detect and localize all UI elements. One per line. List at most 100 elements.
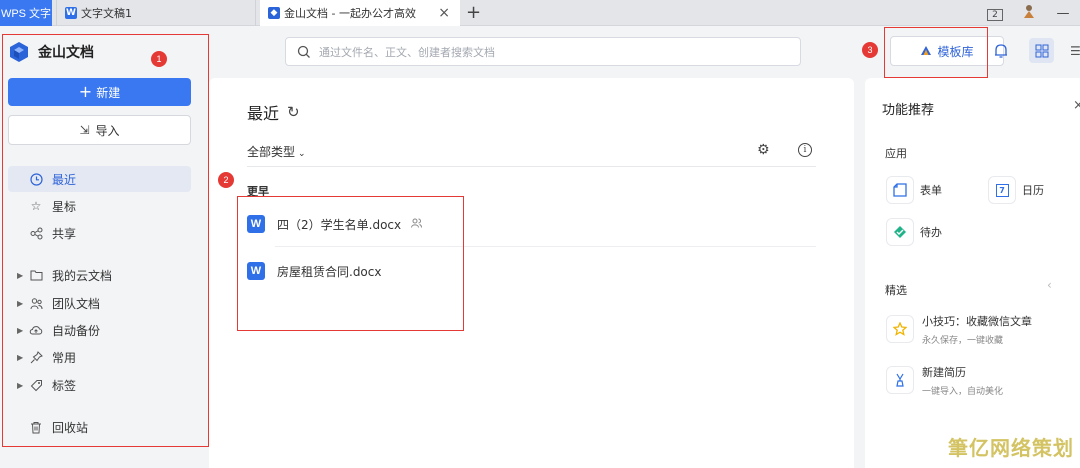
word-doc-icon: W (65, 7, 77, 19)
sidebar-item-my-cloud[interactable]: ▶ 我的云文档 (8, 262, 191, 288)
type-filter-dropdown[interactable]: 全部类型 ⌄ (247, 143, 306, 160)
sidebar-item-label: 共享 (52, 226, 77, 241)
plus-icon: + (78, 82, 93, 101)
info-icon[interactable]: i (798, 143, 812, 157)
filter-label: 全部类型 (247, 145, 296, 159)
file-name: 四（2）学生名单.docx (277, 217, 402, 232)
section-label: 更早 (247, 185, 269, 198)
new-button[interactable]: + 新建 (8, 78, 191, 106)
star-icon: ☆ (30, 199, 42, 213)
file-row[interactable]: W 四（2）学生名单.docx (247, 206, 816, 242)
caret-right-icon[interactable]: ▶ (17, 353, 23, 362)
file-row[interactable]: W 房屋租赁合同.docx (247, 253, 816, 289)
kdocs-logo-icon: ◆ (268, 7, 280, 19)
app-todo[interactable]: 待办 (887, 218, 942, 246)
grid-view-button[interactable] (1029, 38, 1054, 63)
minimize-button[interactable]: — (1046, 6, 1080, 21)
page-title-text: 最近 (247, 104, 280, 123)
import-button[interactable]: ⇲ 导入 (8, 115, 191, 145)
import-label: 导入 (95, 123, 120, 138)
resume-icon (887, 367, 913, 393)
folder-icon (28, 267, 44, 283)
pick-title: 新建简历 (922, 365, 966, 379)
grid-icon (1035, 44, 1048, 57)
menu-icon[interactable]: ☰ (1070, 44, 1080, 58)
watermark: 筆亿网络策划 (948, 436, 1074, 460)
tab-label: 金山文档 - 一起办公才高效 (284, 7, 416, 20)
close-icon[interactable]: × (1073, 98, 1080, 113)
new-label: 新建 (96, 85, 121, 100)
template-library-button[interactable]: 模板库 (890, 36, 1004, 66)
annotation-badge-3: 3 (862, 42, 878, 58)
annotation-badge-1: 1 (151, 51, 167, 67)
chevron-down-icon: ⌄ (298, 149, 306, 159)
sidebar-item-recent[interactable]: 最近 (8, 166, 191, 192)
app-calendar[interactable]: 7 日历 (989, 176, 1044, 204)
app-label: 表单 (920, 184, 942, 197)
app-form[interactable]: 表单 (887, 176, 942, 204)
pick-new-resume[interactable]: 新建简历 一键导入，自动美化 (887, 360, 1003, 400)
template-label: 模板库 (937, 44, 974, 59)
pick-text: 新建简历 一键导入，自动美化 (922, 364, 1003, 397)
sidebar-item-starred[interactable]: ☆ 星标 (8, 193, 191, 219)
sidebar-item-tags[interactable]: ▶ 标签 (8, 372, 191, 398)
sidebar-item-label: 我的云文档 (52, 268, 113, 283)
share-icon (28, 225, 44, 241)
sidebar-item-label: 标签 (52, 378, 77, 393)
tab-wps-writer[interactable]: WPS 文字 (0, 0, 52, 26)
word-doc-icon: W (247, 262, 265, 280)
caret-right-icon[interactable]: ▶ (17, 326, 23, 335)
apps-section-label: 应用 (885, 147, 907, 160)
panel-count-badge: 2 (987, 8, 1003, 21)
sidebar-item-label: 最近 (52, 172, 77, 187)
chevron-left-icon[interactable]: ‹ (1047, 278, 1052, 292)
pick-subtitle: 永久保存，一键收藏 (922, 335, 1004, 346)
annotation-badge-2: 2 (218, 172, 234, 188)
sidebar-item-team[interactable]: ▶ 团队文档 (8, 290, 191, 316)
sidebar-item-trash[interactable]: 回收站 (8, 414, 191, 440)
page-title: 最近 ↻ (247, 100, 300, 124)
calendar-day-glyph: 7 (995, 183, 1009, 197)
sidebar-item-label: 团队文档 (52, 296, 101, 311)
shared-users-icon (411, 218, 423, 231)
close-tab-icon[interactable]: × (438, 5, 450, 21)
pick-title: 小技巧：收藏微信文章 (922, 314, 1032, 328)
search-icon (297, 45, 310, 58)
sidebar-item-shared[interactable]: 共享 (8, 220, 191, 246)
panel-switch-button[interactable]: 2 (978, 6, 1012, 21)
row-divider (275, 246, 816, 247)
picks-section-label: 精选 (885, 284, 907, 297)
caret-right-icon[interactable]: ▶ (17, 299, 23, 308)
template-icon (921, 46, 932, 55)
app-label: 日历 (1022, 184, 1044, 197)
caret-right-icon[interactable]: ▶ (17, 381, 23, 390)
settings-gear-icon[interactable]: ⚙ (757, 142, 770, 158)
divider (247, 166, 816, 167)
import-icon: ⇲ (79, 123, 90, 137)
calendar-icon: 7 (989, 177, 1015, 203)
pick-wechat-tip[interactable]: 小技巧：收藏微信文章 永久保存，一键收藏 (887, 309, 1032, 349)
user-avatar-icon (1024, 5, 1034, 18)
sidebar-item-frequent[interactable]: ▶ 常用 (8, 344, 191, 370)
sidebar-item-label: 回收站 (52, 420, 89, 435)
bell-icon[interactable] (992, 42, 1010, 60)
todo-icon (887, 219, 913, 245)
avatar[interactable] (1012, 3, 1046, 23)
caret-right-icon[interactable]: ▶ (17, 271, 23, 280)
sidebar-item-label: 自动备份 (52, 323, 101, 338)
search-input[interactable]: 通过文件名、正文、创建者搜索文档 (285, 37, 801, 66)
tab-label: 文字文稿1 (81, 7, 132, 20)
team-icon (28, 295, 44, 311)
tab-document-1[interactable]: W 文字文稿1 (56, 0, 256, 26)
sidebar-item-backup[interactable]: ▶ 自动备份 (8, 317, 191, 343)
pick-text: 小技巧：收藏微信文章 永久保存，一键收藏 (922, 313, 1032, 346)
new-tab-button[interactable]: + (466, 2, 481, 23)
title-tab-bar: WPS 文字 W 文字文稿1 ◆ 金山文档 - 一起办公才高效 × + 2 — (0, 0, 1080, 26)
tab-kingsoft-docs[interactable]: ◆ 金山文档 - 一起办公才高效 × (260, 0, 460, 26)
panel-title: 功能推荐 (882, 103, 935, 118)
form-icon (887, 177, 913, 203)
trash-icon (28, 419, 44, 435)
file-name: 房屋租赁合同.docx (277, 264, 382, 279)
word-doc-icon: W (247, 215, 265, 233)
refresh-icon[interactable]: ↻ (287, 103, 300, 121)
